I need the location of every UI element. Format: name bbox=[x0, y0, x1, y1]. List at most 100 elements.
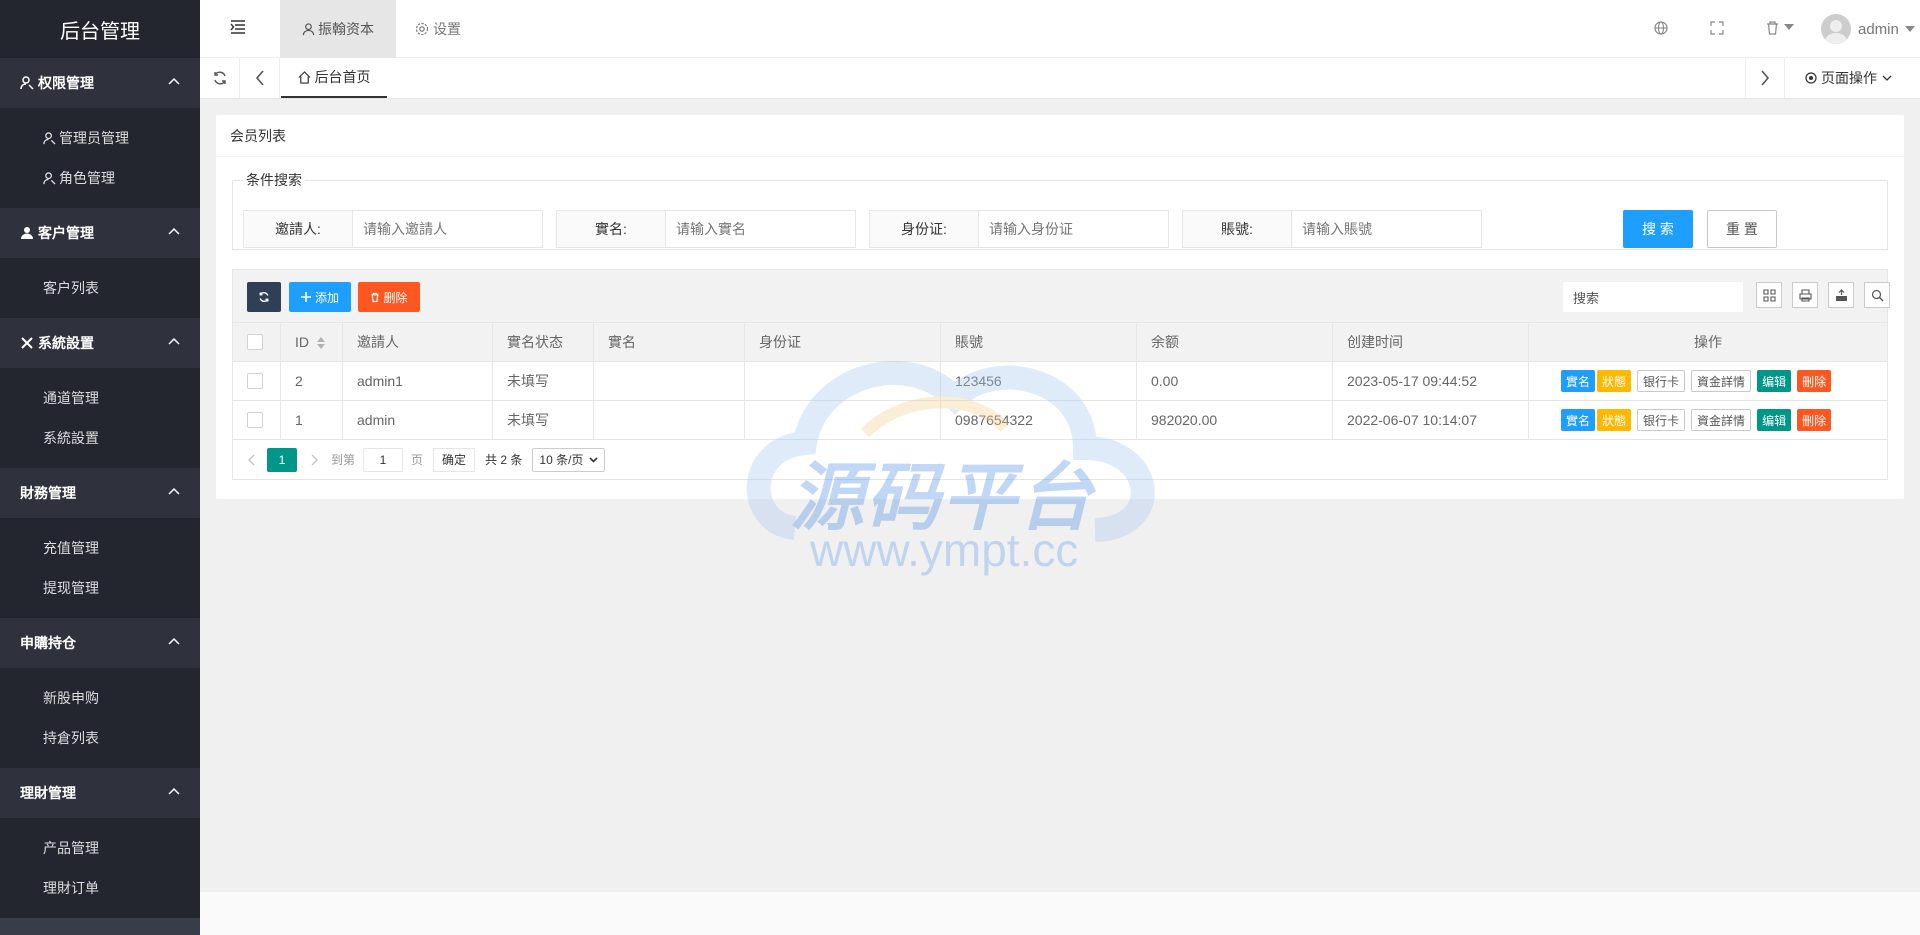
nav-head-label: 財務管理 bbox=[20, 485, 76, 501]
nav-head-subscriptions[interactable]: 申購持仓 bbox=[0, 618, 200, 668]
fund-details-button[interactable]: 資金詳情 bbox=[1691, 370, 1752, 392]
nav-item-recharge[interactable]: 充值管理 bbox=[0, 528, 200, 568]
gear-icon bbox=[415, 22, 429, 36]
page-current[interactable]: 1 bbox=[267, 447, 297, 472]
caret-down-icon[interactable] bbox=[1784, 24, 1794, 30]
fullscreen-icon[interactable] bbox=[1709, 20, 1725, 36]
menu-fold-icon[interactable] bbox=[230, 19, 246, 35]
account-input[interactable]: 请输入賬號 bbox=[1292, 210, 1482, 248]
sidebar: 后台管理 权限管理 管理员管理 角色管理 客户管理 客户列表 系統設置 通道管理… bbox=[0, 0, 200, 935]
col-realname-status: 實名状态 bbox=[492, 322, 594, 362]
page-size-label: 10 条/页 bbox=[539, 453, 584, 467]
nav-head-wealth[interactable]: 理財管理 bbox=[0, 768, 200, 818]
footer-bar bbox=[200, 891, 1920, 935]
nav-item-admin-manage[interactable]: 管理员管理 bbox=[0, 118, 200, 158]
refresh-icon bbox=[213, 71, 226, 85]
nav-item-system-settings[interactable]: 系統設置 bbox=[0, 418, 200, 458]
nav-item-label: 新股申购 bbox=[43, 690, 99, 706]
globe-icon[interactable] bbox=[1653, 20, 1669, 36]
realname-button[interactable]: 實名 bbox=[1561, 409, 1596, 431]
idcard-input[interactable]: 请输入身份证 bbox=[979, 210, 1169, 248]
page-size-select[interactable]: 10 条/页 bbox=[532, 447, 606, 472]
search-button[interactable]: 搜 索 bbox=[1623, 210, 1693, 248]
col-id[interactable]: ID bbox=[280, 322, 343, 362]
export-button[interactable] bbox=[1828, 282, 1854, 308]
cell-inviter: admin bbox=[342, 400, 493, 440]
row-delete-button[interactable]: 刪除 bbox=[1797, 409, 1832, 431]
realname-input[interactable]: 请输入實名 bbox=[666, 210, 856, 248]
nav-item-channel-manage[interactable]: 通道管理 bbox=[0, 378, 200, 418]
nav-item-ipo[interactable]: 新股申购 bbox=[0, 678, 200, 718]
col-inviter: 邀請人 bbox=[342, 322, 493, 362]
chevron-right-icon[interactable] bbox=[311, 454, 319, 466]
caret-down-icon bbox=[1904, 26, 1915, 32]
page-confirm-button[interactable]: 确定 bbox=[433, 447, 476, 472]
nav-head-permissions[interactable]: 权限管理 bbox=[0, 58, 200, 108]
refresh-icon bbox=[259, 292, 269, 302]
header-tab-company[interactable]: 振翰资本 bbox=[280, 0, 396, 58]
nav-head-finance[interactable]: 財務管理 bbox=[0, 468, 200, 518]
username[interactable]: admin bbox=[1858, 0, 1915, 58]
nav-item-label: 产品管理 bbox=[43, 840, 99, 856]
nav-item-customer-list[interactable]: 客户列表 bbox=[0, 268, 200, 308]
search-toggle-button[interactable] bbox=[1864, 282, 1890, 308]
columns-filter-button[interactable] bbox=[1756, 282, 1782, 308]
row-select-cell bbox=[232, 361, 281, 401]
select-all-checkbox[interactable] bbox=[247, 334, 263, 350]
header-tab-settings[interactable]: 设置 bbox=[415, 0, 461, 58]
status-button[interactable]: 狀態 bbox=[1597, 370, 1632, 392]
nav-group-permissions: 权限管理 管理员管理 角色管理 bbox=[0, 58, 200, 208]
add-label: 添加 bbox=[314, 290, 339, 305]
reset-button[interactable]: 重 置 bbox=[1707, 210, 1777, 248]
add-button[interactable]: 添加 bbox=[289, 282, 351, 312]
nav-head-customers[interactable]: 客户管理 bbox=[0, 208, 200, 258]
table-refresh-button[interactable] bbox=[247, 282, 281, 312]
nav-group-subscriptions: 申購持仓 新股申购 持倉列表 bbox=[0, 618, 200, 768]
user-avatar-icon bbox=[1824, 20, 1848, 44]
trash-icon[interactable] bbox=[1765, 20, 1780, 36]
field-inviter: 邀請人: 请输入邀請人 bbox=[243, 210, 543, 248]
tabs-scroll-right-button[interactable] bbox=[1745, 58, 1785, 98]
total-count: 共 2 条 bbox=[485, 453, 523, 467]
delete-label: 删除 bbox=[383, 290, 408, 305]
bankcard-button[interactable]: 银行卡 bbox=[1637, 409, 1686, 431]
status-button[interactable]: 狀態 bbox=[1597, 409, 1632, 431]
nav-group-customers: 客户管理 客户列表 bbox=[0, 208, 200, 318]
user-key-icon bbox=[43, 171, 56, 185]
print-button[interactable] bbox=[1792, 282, 1818, 308]
chevron-left-icon[interactable] bbox=[247, 454, 255, 466]
page-number-input[interactable]: 1 bbox=[363, 447, 404, 472]
nav-item-withdraw[interactable]: 提现管理 bbox=[0, 568, 200, 608]
col-created: 创建时间 bbox=[1332, 322, 1529, 362]
bankcard-button[interactable]: 银行卡 bbox=[1637, 370, 1686, 392]
fund-details-button[interactable]: 資金詳情 bbox=[1691, 409, 1752, 431]
row-delete-button[interactable]: 刪除 bbox=[1797, 370, 1832, 392]
user-key-icon bbox=[43, 131, 56, 145]
chevron-up-icon bbox=[168, 487, 180, 495]
nav-item-products[interactable]: 产品管理 bbox=[0, 828, 200, 868]
row-checkbox[interactable] bbox=[247, 373, 263, 389]
refresh-button[interactable] bbox=[200, 58, 240, 98]
tabs-scroll-left-button[interactable] bbox=[240, 58, 280, 98]
nav-item-wealth-orders[interactable]: 理財订单 bbox=[0, 868, 200, 908]
user-key-icon bbox=[20, 76, 34, 90]
cell-created: 2023-05-17 09:44:52 bbox=[1332, 361, 1529, 401]
delete-button[interactable]: 删除 bbox=[358, 282, 420, 312]
tab-home[interactable]: 后台首页 bbox=[281, 58, 387, 98]
edit-button[interactable]: 编辑 bbox=[1757, 370, 1792, 392]
nav-item-role-manage[interactable]: 角色管理 bbox=[0, 158, 200, 198]
page-ops-dropdown[interactable]: 页面操作 bbox=[1805, 58, 1892, 98]
row-checkbox[interactable] bbox=[247, 412, 263, 428]
edit-button[interactable]: 编辑 bbox=[1757, 409, 1792, 431]
nav-items: 管理员管理 角色管理 bbox=[0, 108, 200, 208]
chevron-down-icon bbox=[589, 456, 598, 463]
avatar[interactable] bbox=[1821, 14, 1851, 44]
goto-label: 到第 bbox=[331, 453, 356, 467]
nav-head-system[interactable]: 系統設置 bbox=[0, 318, 200, 368]
field-account: 賬號: 请输入賬號 bbox=[1182, 210, 1482, 248]
nav-item-label: 管理员管理 bbox=[59, 130, 129, 146]
inviter-input[interactable]: 请输入邀請人 bbox=[353, 210, 543, 248]
table-search-input[interactable]: 搜索 bbox=[1563, 282, 1743, 312]
nav-item-holdings[interactable]: 持倉列表 bbox=[0, 718, 200, 758]
realname-button[interactable]: 實名 bbox=[1561, 370, 1596, 392]
